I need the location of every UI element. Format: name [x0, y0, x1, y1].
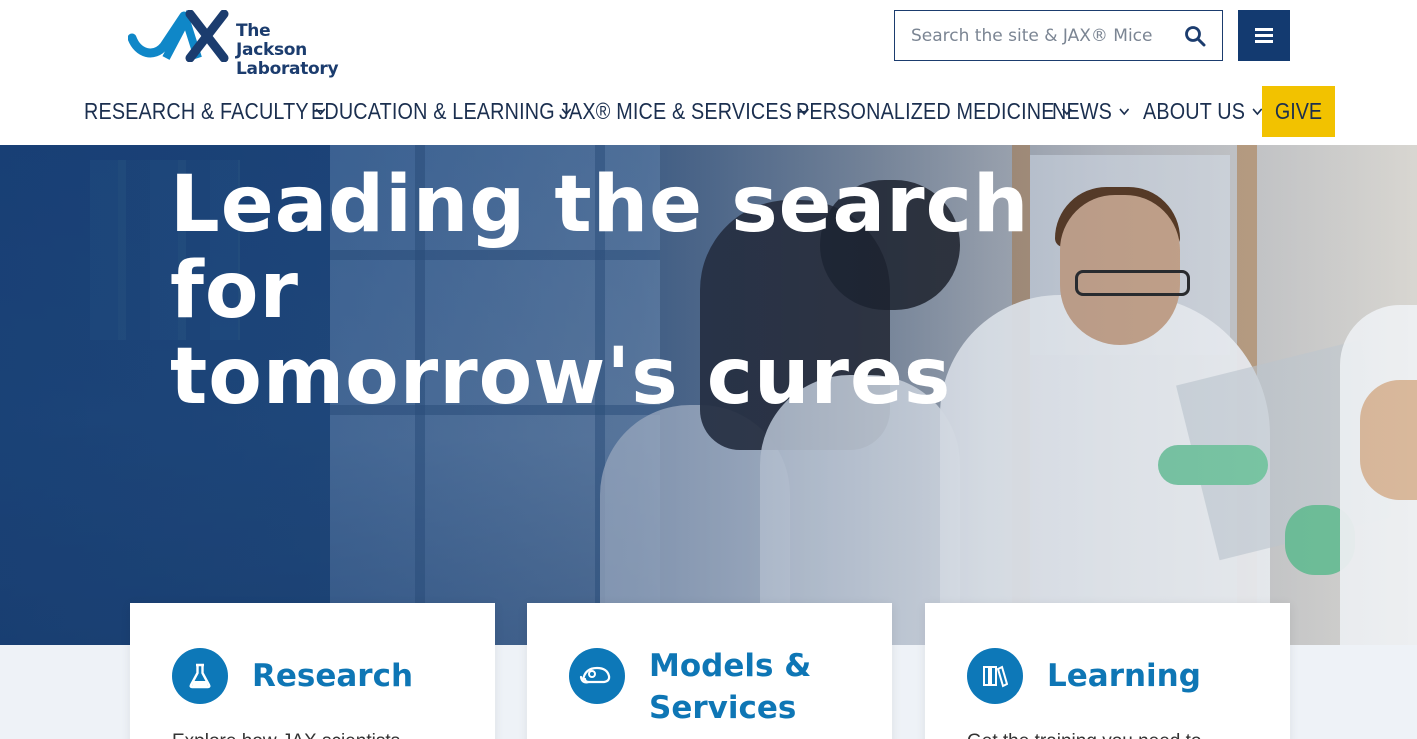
card-research[interactable]: Research Explore how JAX scientists	[130, 603, 495, 739]
books-icon	[967, 648, 1023, 704]
flask-icon	[172, 648, 228, 704]
flask-icon-svg	[189, 663, 211, 689]
headline-line-1: Leading the search for	[170, 160, 1030, 336]
card-title-line-2: Services	[649, 690, 797, 726]
nav-research-faculty[interactable]: RESEARCH & FACULTY	[84, 86, 326, 136]
site-header: The Jackson Laboratory RESEARCH & FACULT…	[0, 0, 1417, 145]
give-button[interactable]: GIVE	[1262, 86, 1335, 137]
hamburger-icon	[1255, 28, 1273, 31]
mouse-icon-svg	[579, 666, 611, 684]
nav-label: RESEARCH & FACULTY	[84, 97, 309, 124]
menu-button[interactable]	[1238, 10, 1290, 61]
chevron-down-icon	[1252, 108, 1263, 116]
hamburger-icon-bar	[1255, 34, 1273, 37]
books-icon-svg	[983, 665, 1008, 688]
nav-about-us[interactable]: ABOUT US	[1143, 86, 1263, 136]
hero-headline: Leading the search for tomorrow's cures	[170, 162, 1070, 420]
nav-label: JAX® MICE & SERVICES	[559, 97, 793, 124]
jackson-lab-logo[interactable]: The Jackson Laboratory	[128, 10, 343, 79]
main-navigation: RESEARCH & FACULTY EDUCATION & LEARNING …	[0, 86, 1417, 138]
nav-personalized-medicine[interactable]: PERSONALIZED MEDICINE	[796, 86, 1072, 136]
nav-label: PERSONALIZED MEDICINE	[796, 97, 1055, 124]
headline-line-2: tomorrow's cures	[170, 332, 952, 422]
logo-line-1: The Jackson	[236, 21, 307, 60]
search-icon[interactable]	[1184, 25, 1206, 47]
card-title-line-1: Models &	[649, 648, 812, 684]
logo-line-2: Laboratory	[236, 59, 339, 79]
mouse-icon	[569, 648, 625, 704]
logo-wordmark: The Jackson Laboratory	[236, 22, 343, 79]
nav-education-learning[interactable]: EDUCATION & LEARNING	[311, 86, 572, 136]
jax-logo-icon	[128, 10, 229, 62]
nav-news[interactable]: NEWS	[1052, 86, 1129, 136]
card-models-services[interactable]: Models & Services	[527, 603, 892, 739]
card-description: Explore how JAX scientists	[172, 731, 400, 739]
site-search	[894, 10, 1223, 61]
give-label: GIVE	[1274, 98, 1323, 124]
card-title: Learning	[1047, 658, 1201, 694]
nav-label: ABOUT US	[1143, 97, 1246, 124]
nav-jax-mice-services[interactable]: JAX® MICE & SERVICES	[559, 86, 809, 136]
search-input[interactable]	[911, 23, 1171, 49]
card-title: Models & Services	[649, 645, 811, 729]
hamburger-icon-bar	[1255, 40, 1273, 43]
chevron-down-icon	[1119, 108, 1129, 116]
card-title: Research	[252, 658, 414, 694]
card-learning[interactable]: Learning Get the training you need to	[925, 603, 1290, 739]
card-description: Get the training you need to	[967, 731, 1202, 739]
nav-label: NEWS	[1052, 97, 1113, 124]
nav-label: EDUCATION & LEARNING	[311, 97, 555, 124]
